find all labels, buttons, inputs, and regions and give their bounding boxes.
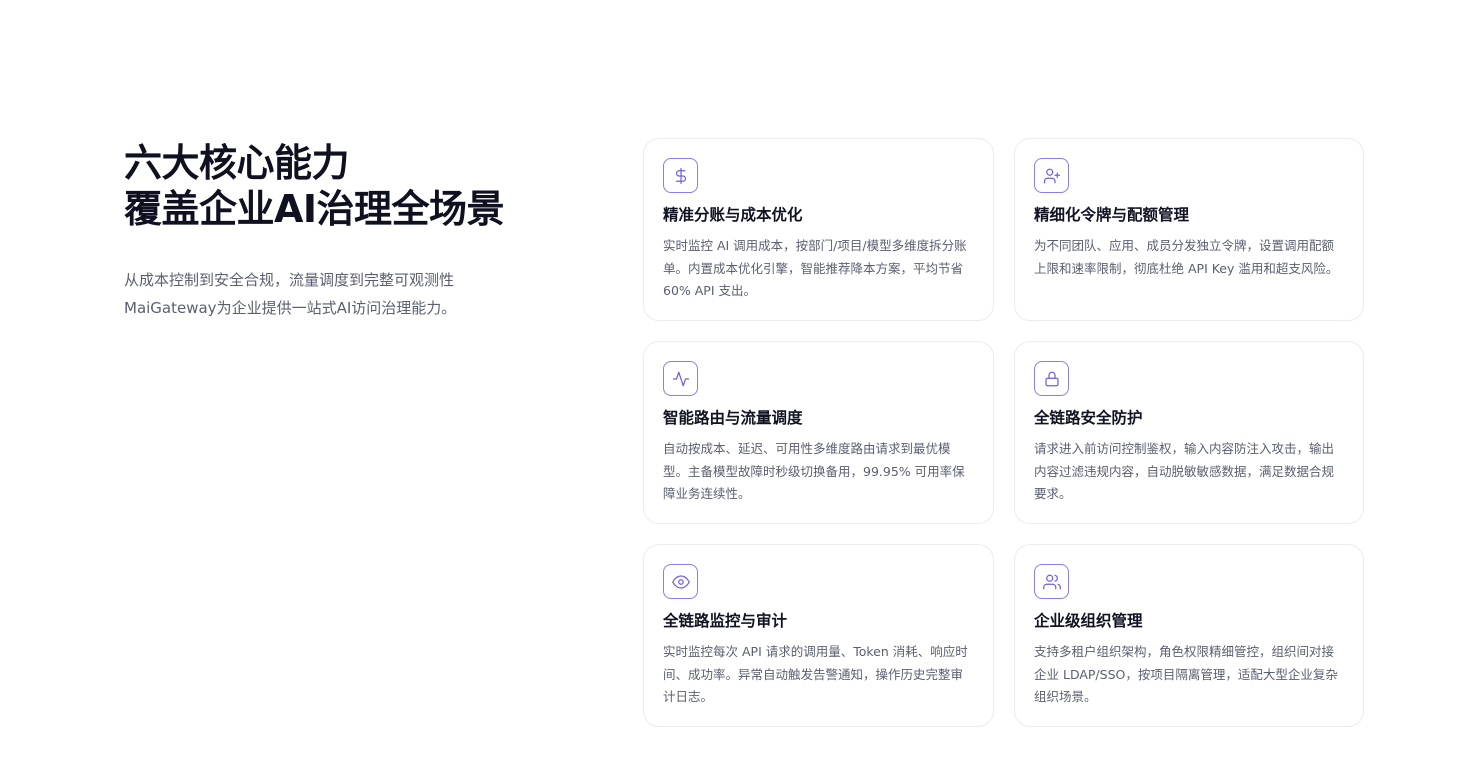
feature-card-organization: 企业级组织管理 支持多租户组织架构，角色权限精细管控，组织间对接企业 LDAP/… <box>1014 544 1364 727</box>
feature-card-description: 自动按成本、延迟、可用性多维度路由请求到最优模型。主备模型故障时秒级切换备用，9… <box>663 441 965 501</box>
feature-card-monitoring: 全链路监控与审计 实时监控每次 API 请求的调用量、Token 消耗、响应时间… <box>643 544 994 727</box>
eye-icon <box>663 564 698 599</box>
section-subtitle: 从成本控制到安全合规，流量调度到完整可观测性 MaiGateway为企业提供一站… <box>124 266 594 322</box>
feature-card-description: 请求进入前访问控制鉴权，输入内容防注入攻击，输出内容过滤违规内容，自动脱敏敏感数… <box>1034 441 1335 501</box>
section-subtitle-line1: 从成本控制到安全合规，流量调度到完整可观测性 <box>124 271 455 289</box>
dollar-icon <box>663 158 698 193</box>
section-title-line2: 覆盖企业AI治理全场景 <box>124 187 505 231</box>
activity-icon <box>663 361 698 396</box>
feature-card-routing: 智能路由与流量调度 自动按成本、延迟、可用性多维度路由请求到最优模型。主备模型故… <box>643 341 994 524</box>
feature-card-title: 精准分账与成本优化 <box>663 206 803 224</box>
section-title-line1: 六大核心能力 <box>124 141 350 185</box>
feature-card-description: 为不同团队、应用、成员分发独立令牌，设置调用配额上限和速率限制，彻底杜绝 API… <box>1034 238 1339 276</box>
feature-grid: 精准分账与成本优化 实时监控 AI 调用成本，按部门/项目/模型多维度拆分账单。… <box>643 138 1364 727</box>
user-plus-icon <box>1034 158 1069 193</box>
feature-card-title: 企业级组织管理 <box>1034 612 1143 630</box>
feature-card-description: 实时监控每次 API 请求的调用量、Token 消耗、响应时间、成功率。异常自动… <box>663 644 968 704</box>
feature-card-title: 全链路监控与审计 <box>663 612 788 630</box>
feature-card-security: 全链路安全防护 请求进入前访问控制鉴权，输入内容防注入攻击，输出内容过滤违规内容… <box>1014 341 1364 524</box>
features-section: 六大核心能力 覆盖企业AI治理全场景 从成本控制到安全合规，流量调度到完整可观测… <box>0 0 1473 779</box>
feature-card-title: 全链路安全防护 <box>1034 409 1143 427</box>
section-subtitle-line2: MaiGateway为企业提供一站式AI访问治理能力。 <box>124 299 457 317</box>
feature-card-billing: 精准分账与成本优化 实时监控 AI 调用成本，按部门/项目/模型多维度拆分账单。… <box>643 138 994 321</box>
feature-card-title: 智能路由与流量调度 <box>663 409 803 427</box>
section-intro: 六大核心能力 覆盖企业AI治理全场景 从成本控制到安全合规，流量调度到完整可观测… <box>124 140 594 322</box>
feature-card-description: 实时监控 AI 调用成本，按部门/项目/模型多维度拆分账单。内置成本优化引擎，智… <box>663 238 967 298</box>
lock-icon <box>1034 361 1069 396</box>
users-icon <box>1034 564 1069 599</box>
feature-card-title: 精细化令牌与配额管理 <box>1034 206 1190 224</box>
feature-card-description: 支持多租户组织架构，角色权限精细管控，组织间对接企业 LDAP/SSO，按项目隔… <box>1034 644 1338 704</box>
feature-card-tokens: 精细化令牌与配额管理 为不同团队、应用、成员分发独立令牌，设置调用配额上限和速率… <box>1014 138 1364 321</box>
section-title: 六大核心能力 覆盖企业AI治理全场景 <box>124 140 594 232</box>
